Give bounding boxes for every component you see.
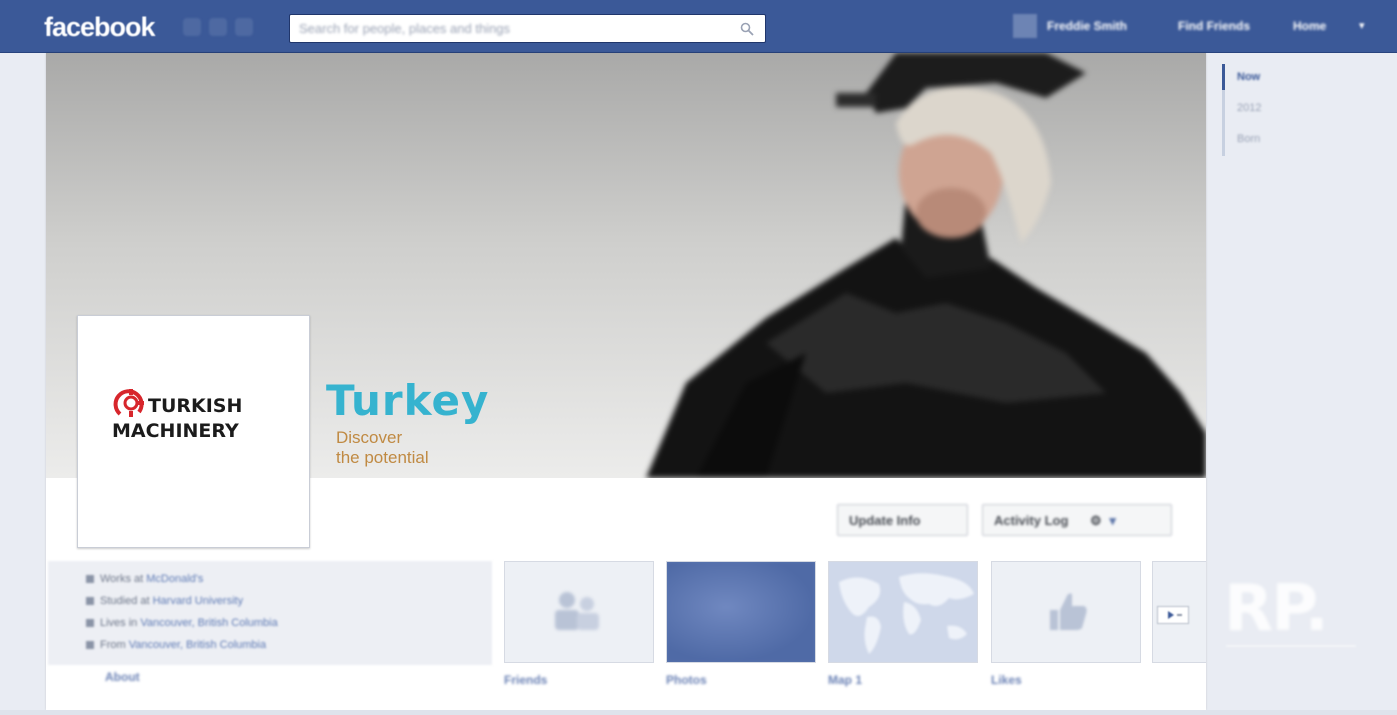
about-summary: Works at McDonald's Studied at Harvard U… xyxy=(48,561,492,665)
about-lives: Lives in Vancouver, British Columbia xyxy=(86,617,278,629)
thumbs-up-icon xyxy=(1050,593,1087,630)
gear-icon xyxy=(113,389,144,417)
home-link[interactable]: Home xyxy=(1293,19,1326,33)
activity-log-button[interactable]: Activity Log ⚙ ▾ xyxy=(982,504,1172,536)
friends-icon xyxy=(555,592,599,630)
notifications-icon[interactable] xyxy=(235,18,253,36)
home-icon xyxy=(86,619,94,628)
chevron-right-icon xyxy=(1168,611,1182,619)
search-icon[interactable] xyxy=(740,22,754,36)
user-avatar[interactable] xyxy=(1013,14,1037,38)
turkey-wordmark: Turkey xyxy=(326,376,490,425)
messages-icon[interactable] xyxy=(209,18,227,36)
logo-line-2: MACHINERY xyxy=(112,420,239,442)
account-menu-icon[interactable]: ▾ xyxy=(1359,19,1365,32)
current-city-link[interactable]: Vancouver, British Columbia xyxy=(140,617,277,629)
user-name-link[interactable]: Freddie Smith xyxy=(1047,19,1127,33)
hometown-link[interactable]: Vancouver, British Columbia xyxy=(129,639,266,651)
world-map-icon xyxy=(839,573,974,654)
timeline-born[interactable]: Born xyxy=(1237,133,1260,145)
turkey-discover-logo: Turkey Discover the potential xyxy=(326,380,489,468)
friends-tile-label[interactable]: Friends xyxy=(504,673,547,687)
turkey-tagline-2: the potential xyxy=(336,448,429,467)
map-tile[interactable] xyxy=(828,561,978,663)
settings-gear-icon: ⚙ xyxy=(1090,513,1102,528)
location-pin-icon xyxy=(86,641,94,650)
graduation-cap-icon xyxy=(86,597,94,606)
school-link[interactable]: Harvard University xyxy=(153,595,243,607)
top-bar: facebook Search for people, places and t… xyxy=(0,0,1397,53)
watermark-rule xyxy=(1226,645,1356,647)
bottom-strip xyxy=(0,710,1397,715)
about-from: From Vancouver, British Columbia xyxy=(86,639,266,651)
briefcase-icon xyxy=(86,575,94,584)
more-sections-tile xyxy=(1152,561,1206,663)
likes-tile-label[interactable]: Likes xyxy=(991,673,1022,687)
update-info-button[interactable]: Update Info xyxy=(837,504,968,536)
photos-thumbnail xyxy=(667,562,815,662)
likes-tile[interactable] xyxy=(991,561,1141,663)
friend-requests-icon[interactable] xyxy=(183,18,201,36)
timeline-content: Turkey Discover the potential TURKISH MA… xyxy=(46,53,1206,710)
chevron-down-icon: ▾ xyxy=(1109,513,1116,528)
map-tile-label[interactable]: Map 1 xyxy=(828,673,862,687)
search-placeholder: Search for people, places and things xyxy=(299,21,511,36)
rp-watermark: RP. xyxy=(1224,572,1329,646)
search-input[interactable]: Search for people, places and things xyxy=(289,14,766,43)
about-link[interactable]: About xyxy=(105,670,140,684)
timeline-now[interactable]: Now xyxy=(1237,71,1260,83)
turkish-machinery-logo: TURKISH MACHINERY xyxy=(112,386,242,442)
notification-jewels xyxy=(183,18,253,36)
about-education: Studied at Harvard University xyxy=(86,595,243,607)
timeline-scrubber-active xyxy=(1222,64,1225,90)
timeline-2012[interactable]: 2012 xyxy=(1237,102,1261,114)
logo-line-1: TURKISH xyxy=(148,395,243,417)
turkey-tagline-1: Discover xyxy=(336,428,403,447)
friends-tile[interactable] xyxy=(504,561,654,663)
work-link[interactable]: McDonald's xyxy=(146,573,203,585)
photos-tile[interactable] xyxy=(666,561,816,663)
photos-tile-label[interactable]: Photos xyxy=(666,673,707,687)
expand-sections-button[interactable] xyxy=(1157,606,1189,624)
activity-log-label: Activity Log xyxy=(994,513,1069,528)
profile-picture[interactable]: TURKISH MACHINERY xyxy=(77,315,310,548)
facebook-logo[interactable]: facebook xyxy=(44,12,156,43)
about-work: Works at McDonald's xyxy=(86,573,203,585)
find-friends-link[interactable]: Find Friends xyxy=(1178,19,1250,33)
